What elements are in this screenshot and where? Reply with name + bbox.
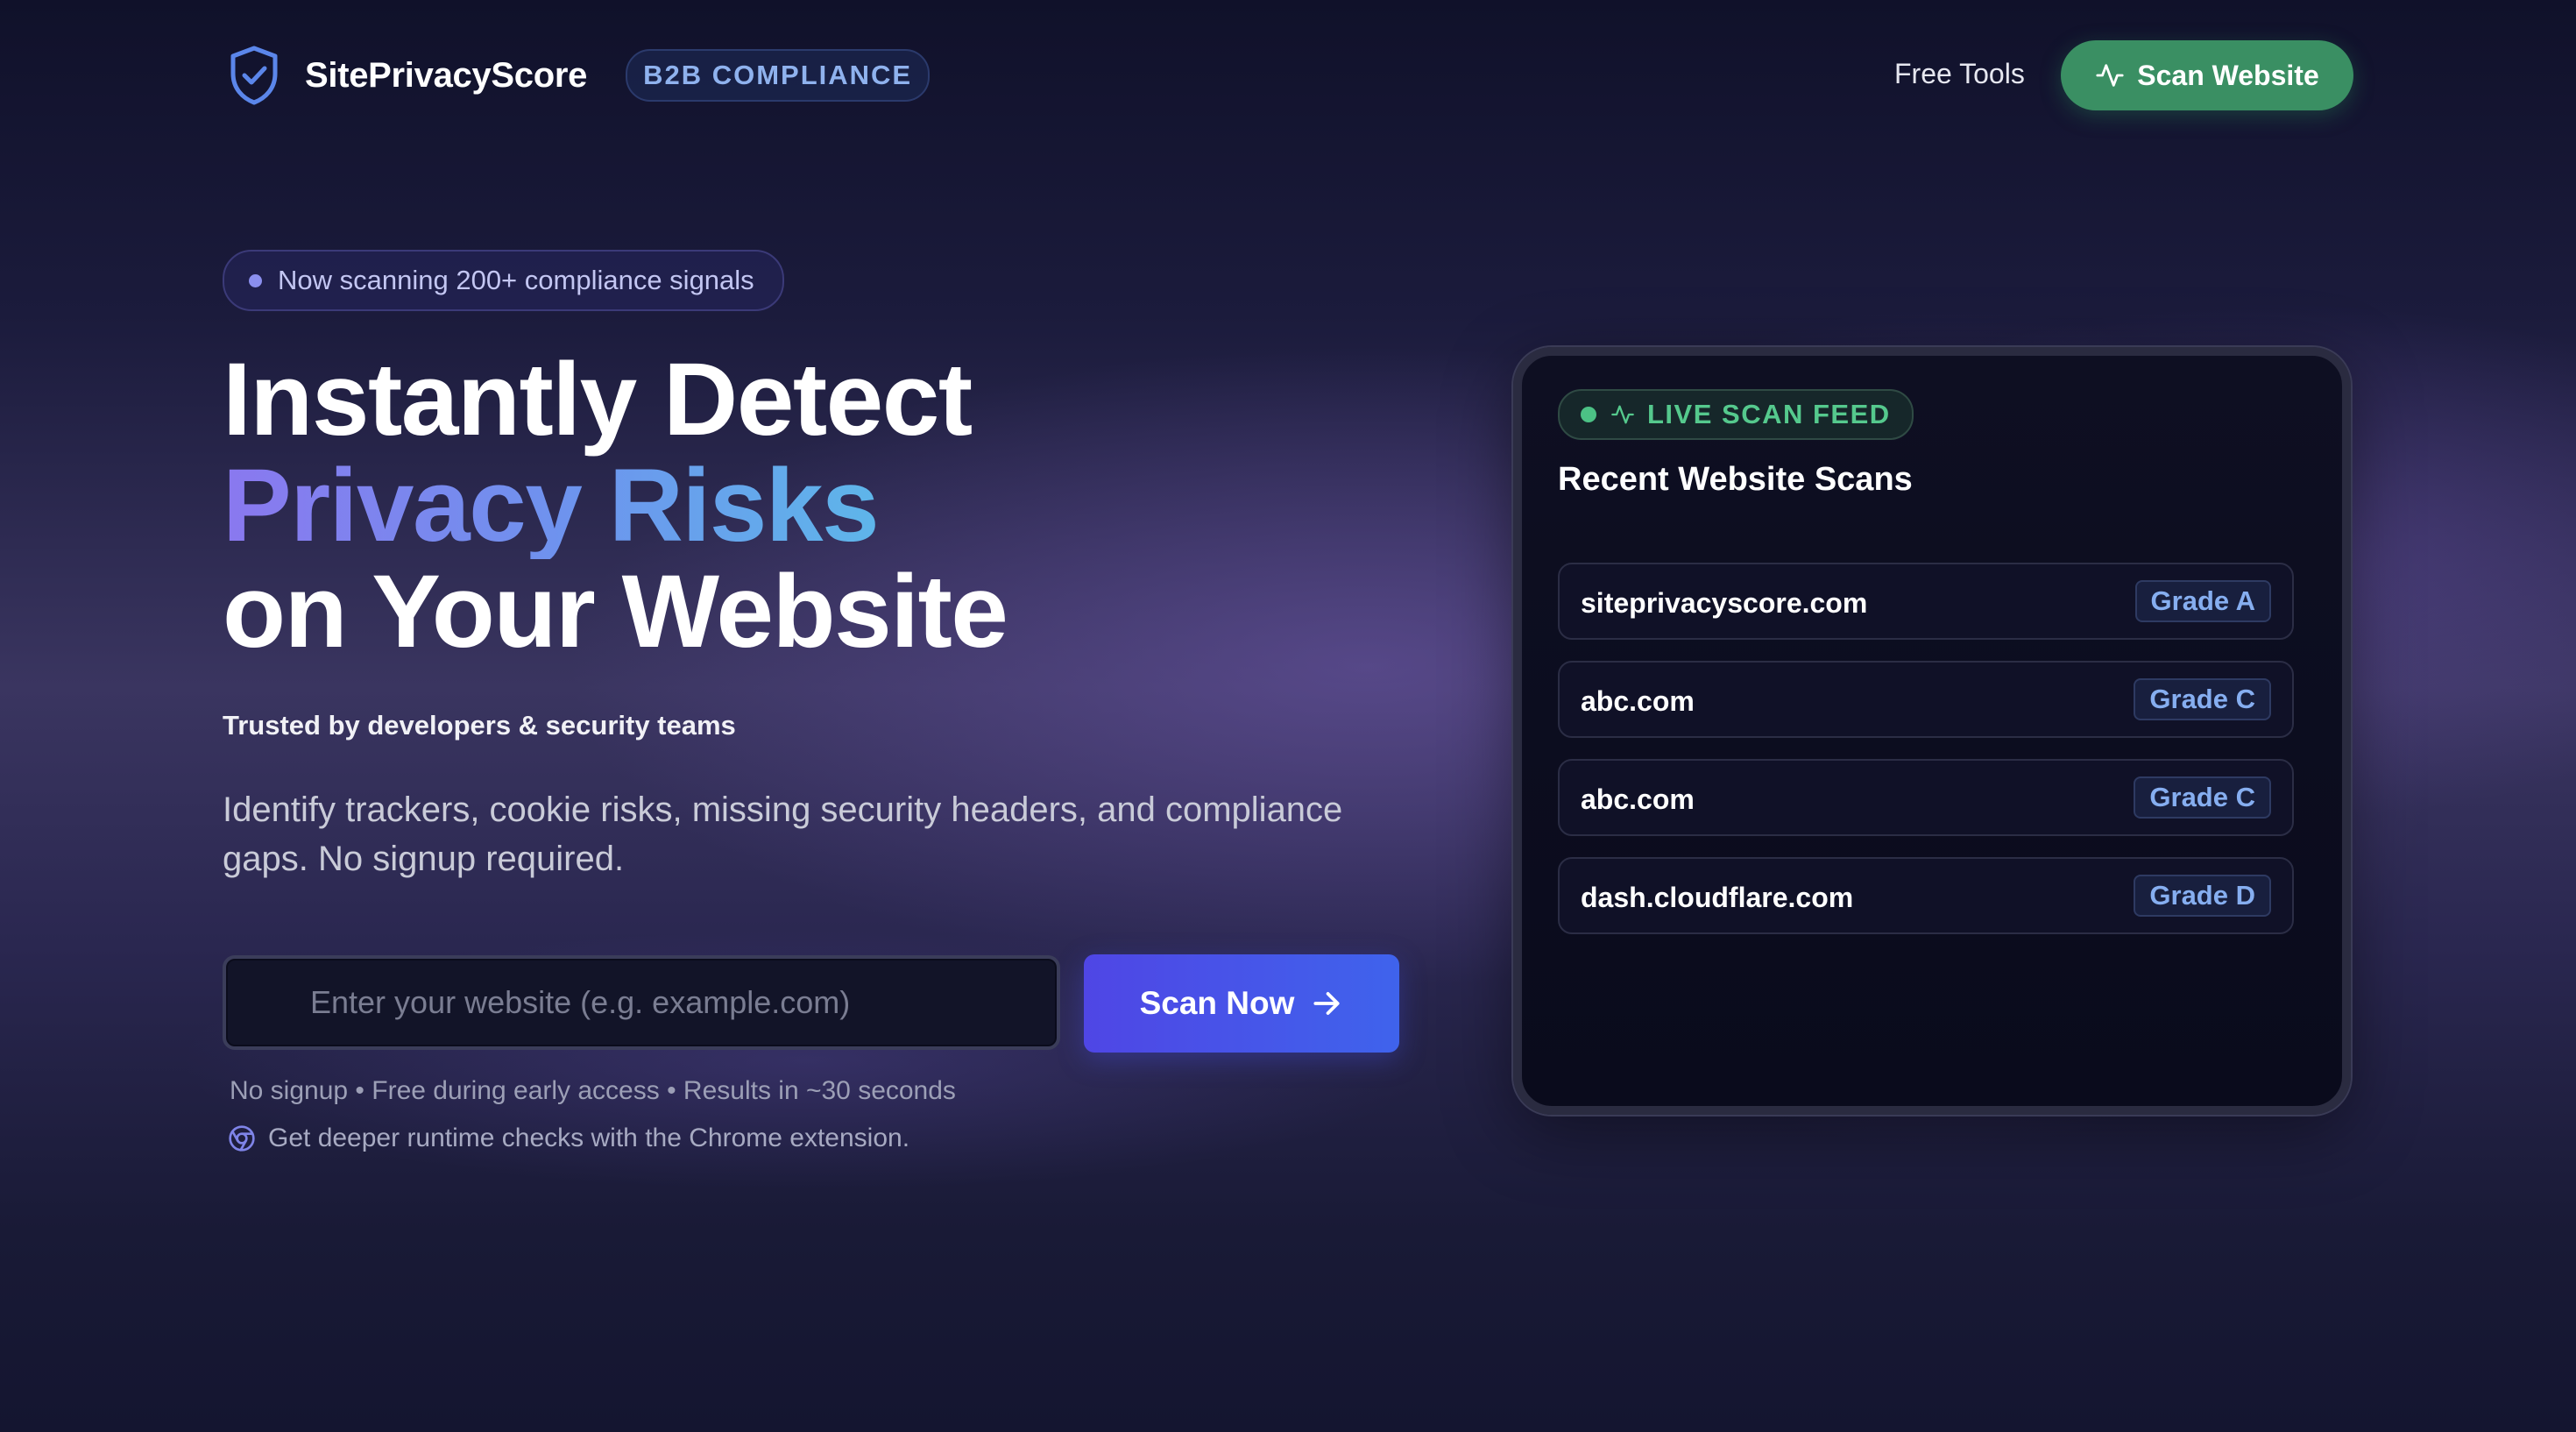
nav-free-tools-link[interactable]: Free Tools xyxy=(1894,58,2025,90)
scan-domain: siteprivacyscore.com xyxy=(1581,587,1868,619)
scan-domain: abc.com xyxy=(1581,783,1695,815)
scan-domain: abc.com xyxy=(1581,685,1695,717)
chrome-icon xyxy=(229,1125,255,1152)
scan-row[interactable]: siteprivacyscore.com Grade A xyxy=(1558,563,2294,640)
live-badge-text: LIVE SCAN FEED xyxy=(1647,399,1891,429)
live-dot xyxy=(1581,407,1596,422)
grade-badge: Grade A xyxy=(2134,580,2271,622)
grade-badge: Grade C xyxy=(2134,678,2271,720)
chrome-extension-text: Get deeper runtime checks with the Chrom… xyxy=(268,1124,910,1152)
live-scan-feed-badge: LIVE SCAN FEED xyxy=(1558,389,1914,440)
scan-website-label: Scan Website xyxy=(2137,59,2319,91)
scan-row[interactable]: abc.com Grade C xyxy=(1558,759,2294,836)
headline-line-2: Privacy Risks xyxy=(223,453,1007,559)
headline-line-1: Instantly Detect xyxy=(223,342,973,457)
pill-dot xyxy=(249,273,262,287)
activity-icon xyxy=(1611,405,1634,424)
arrow-right-icon xyxy=(1313,992,1340,1015)
feed-title: Recent Website Scans xyxy=(1558,461,1913,498)
activity-icon xyxy=(2096,64,2124,87)
site-header: SitePrivacyScore B2B COMPLIANCE Free Too… xyxy=(0,0,2576,151)
scan-notes: No signup • Free during early access • R… xyxy=(230,1076,956,1105)
b2b-compliance-badge: B2B COMPLIANCE xyxy=(626,49,931,102)
hero-headline: Instantly Detect Privacy Risks on Your W… xyxy=(223,342,1008,670)
grade-badge: Grade C xyxy=(2134,776,2271,819)
headline-line-3: on Your Website xyxy=(223,554,1008,670)
hero-description: Identify trackers, cookie risks, missing… xyxy=(223,790,1343,878)
scan-now-label: Scan Now xyxy=(1139,985,1295,1021)
scan-row[interactable]: abc.com Grade C xyxy=(1558,661,2294,738)
scan-domain: dash.cloudflare.com xyxy=(1581,882,1854,913)
grade-badge: Grade D xyxy=(2134,875,2271,917)
shield-check-icon xyxy=(230,46,278,105)
chrome-extension-link[interactable]: Get deeper runtime checks with the Chrom… xyxy=(228,1124,909,1153)
trusted-by-text: Trusted by developers & security teams xyxy=(223,710,736,741)
scan-website-button[interactable]: Scan Website xyxy=(2061,40,2353,110)
brand-name: SitePrivacyScore xyxy=(305,55,588,95)
pill-text: Now scanning 200+ compliance signals xyxy=(278,265,754,295)
scan-row[interactable]: dash.cloudflare.com Grade D xyxy=(1558,857,2294,934)
scanning-signals-pill: Now scanning 200+ compliance signals xyxy=(223,250,784,311)
website-url-input[interactable] xyxy=(223,955,1060,1050)
brand[interactable]: SitePrivacyScore B2B COMPLIANCE xyxy=(226,44,931,107)
scan-now-button[interactable]: Scan Now xyxy=(1084,954,1399,1053)
